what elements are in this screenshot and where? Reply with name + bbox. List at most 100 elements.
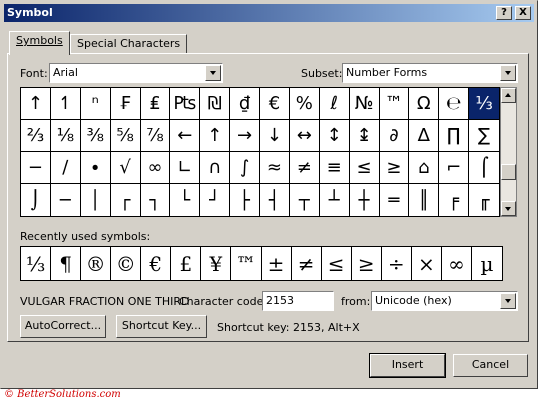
recent-symbol-cell[interactable]: × xyxy=(412,247,442,280)
symbol-cell[interactable]: → xyxy=(230,120,260,152)
symbol-cell[interactable]: ₧ xyxy=(170,88,201,120)
symbol-cell[interactable]: ═ xyxy=(380,184,410,216)
symbol-cell[interactable]: ∞ xyxy=(140,152,171,184)
symbol-cell[interactable]: ╒ xyxy=(439,184,470,216)
recent-symbol-cell[interactable]: ™ xyxy=(231,247,262,280)
cancel-button[interactable]: Cancel xyxy=(453,354,528,377)
scroll-thumb[interactable] xyxy=(501,164,516,180)
symbol-cell[interactable]: ⌡ xyxy=(21,184,51,216)
symbol-cell[interactable]: ≈ xyxy=(260,152,290,184)
symbol-cell[interactable]: │ xyxy=(81,184,111,216)
symbol-cell[interactable]: − xyxy=(21,152,51,184)
symbol-cell[interactable]: ┤ xyxy=(260,184,290,216)
symbol-cell[interactable]: ™ xyxy=(379,88,410,120)
insert-button[interactable]: Insert xyxy=(369,353,446,378)
symbol-cell[interactable]: ┌ xyxy=(111,184,141,216)
recent-symbol-cell[interactable]: µ xyxy=(472,247,502,280)
symbol-cell[interactable]: ↑ xyxy=(21,88,51,120)
symbol-cell[interactable]: ⌂ xyxy=(409,152,440,184)
symbol-cell[interactable]: % xyxy=(289,88,320,120)
symbol-cell[interactable]: ⌐ xyxy=(439,152,470,184)
character-code-input[interactable]: 2153 xyxy=(262,291,334,311)
symbol-cell[interactable]: ⅝ xyxy=(110,120,141,152)
recent-symbol-cell[interactable]: ∞ xyxy=(442,247,472,280)
from-select[interactable]: Unicode (hex) xyxy=(371,291,518,311)
symbol-cell[interactable]: ⅓ xyxy=(469,88,499,120)
symbol-cell[interactable]: ℮ xyxy=(439,88,470,120)
recent-symbol-cell[interactable]: ¶ xyxy=(51,247,82,280)
symbol-cell[interactable]: ∂ xyxy=(379,120,410,152)
chevron-down-icon[interactable] xyxy=(205,65,221,81)
symbol-cell[interactable]: ⌠ xyxy=(469,152,499,184)
symbol-cell[interactable]: ┬ xyxy=(290,184,320,216)
symbol-cell[interactable]: √ xyxy=(110,152,141,184)
symbol-cell[interactable]: ║ xyxy=(409,184,440,216)
recent-symbol-cell[interactable]: ® xyxy=(81,247,112,280)
font-select[interactable]: Arial xyxy=(49,63,223,83)
recent-symbol-cell[interactable]: ≥ xyxy=(352,247,382,280)
symbol-cell[interactable]: ┘ xyxy=(200,184,231,216)
recent-symbol-cell[interactable]: © xyxy=(111,247,142,280)
symbol-cell[interactable]: ⅜ xyxy=(80,120,111,152)
symbol-cell[interactable]: ┴ xyxy=(320,184,350,216)
symbol-cell[interactable]: ─ xyxy=(51,184,81,216)
recent-symbol-cell[interactable]: ¥ xyxy=(201,247,232,280)
symbol-cell[interactable]: ≡ xyxy=(319,152,350,184)
symbol-cell[interactable]: ₪ xyxy=(200,88,231,120)
symbol-cell[interactable]: ╓ xyxy=(469,184,499,216)
symbol-cell[interactable]: ≥ xyxy=(379,152,410,184)
symbol-cell[interactable]: ┐ xyxy=(141,184,171,216)
autocorrect-button[interactable]: AutoCorrect... xyxy=(20,315,106,338)
symbol-cell[interactable]: ∏ xyxy=(439,120,470,152)
recent-symbol-cell[interactable]: £ xyxy=(171,247,202,280)
symbol-cell[interactable]: ∩ xyxy=(200,152,231,184)
recent-symbol-cell[interactable]: ≤ xyxy=(322,247,352,280)
symbol-cell[interactable]: № xyxy=(349,88,380,120)
recent-symbol-cell[interactable]: ÷ xyxy=(382,247,412,280)
symbol-cell[interactable]: ↨ xyxy=(349,120,380,152)
symbol-cell[interactable]: ↔ xyxy=(289,120,320,152)
symbol-cell[interactable]: ⅔ xyxy=(21,120,51,152)
symbol-grid-scrollbar[interactable] xyxy=(500,87,517,217)
symbol-cell[interactable]: ┼ xyxy=(350,184,380,216)
help-button[interactable]: ? xyxy=(496,6,512,20)
tab-symbols[interactable]: Symbols xyxy=(9,31,70,55)
chevron-down-icon[interactable] xyxy=(500,65,516,81)
symbol-cell[interactable]: ↕ xyxy=(319,120,350,152)
symbol-cell[interactable]: ≤ xyxy=(349,152,380,184)
symbol-cell[interactable]: ├ xyxy=(230,184,260,216)
recent-symbol-cell[interactable]: € xyxy=(141,247,172,280)
tab-special-characters[interactable]: Special Characters xyxy=(70,34,188,54)
close-button[interactable]: X xyxy=(515,6,531,20)
symbol-cell[interactable]: ₤ xyxy=(140,88,171,120)
chevron-down-icon[interactable] xyxy=(500,293,516,309)
symbol-cell[interactable]: ∕ xyxy=(50,152,81,184)
recent-symbol-cell[interactable]: ⅓ xyxy=(21,247,52,280)
symbol-cell[interactable]: € xyxy=(260,88,290,120)
scroll-up-icon[interactable] xyxy=(501,88,516,103)
symbol-cell[interactable]: ⅞ xyxy=(140,120,171,152)
symbol-cell[interactable]: ↑ xyxy=(200,120,231,152)
symbol-cell[interactable]: ← xyxy=(170,120,201,152)
symbol-cell[interactable]: ∟ xyxy=(170,152,201,184)
symbol-cell[interactable]: ₣ xyxy=(110,88,141,120)
symbol-cell[interactable]: ∫ xyxy=(230,152,260,184)
scroll-down-icon[interactable] xyxy=(501,201,516,216)
recent-symbol-cell[interactable]: ± xyxy=(262,247,292,280)
title-bar[interactable]: Symbol xyxy=(4,4,534,22)
symbol-cell[interactable]: ₫ xyxy=(230,88,260,120)
symbol-cell[interactable]: ⅛ xyxy=(50,120,81,152)
symbol-cell[interactable]: Ω xyxy=(409,88,440,120)
recent-symbol-cell[interactable]: ≠ xyxy=(292,247,322,280)
shortcut-key-button[interactable]: Shortcut Key... xyxy=(116,315,207,338)
symbol-cell[interactable]: ∑ xyxy=(469,120,499,152)
symbol-cell[interactable]: └ xyxy=(170,184,201,216)
symbol-cell[interactable]: ⁿ xyxy=(80,88,111,120)
symbol-cell[interactable]: ≠ xyxy=(289,152,320,184)
symbol-cell[interactable]: ℓ xyxy=(319,88,350,120)
symbol-cell[interactable]: ↓ xyxy=(260,120,290,152)
symbol-cell[interactable]: ∙ xyxy=(80,152,111,184)
subset-select[interactable]: Number Forms xyxy=(342,63,518,83)
symbol-cell[interactable]: ∆ xyxy=(409,120,440,152)
symbol-cell[interactable]: ↿ xyxy=(50,88,81,120)
